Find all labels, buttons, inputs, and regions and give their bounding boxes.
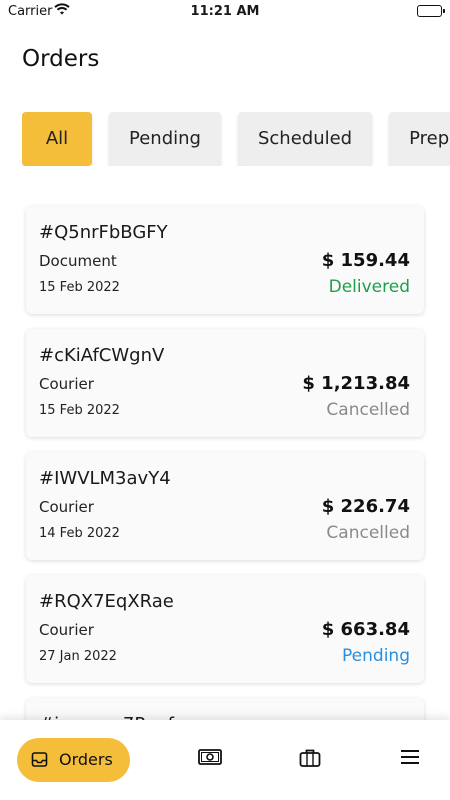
orders-list: #Q5nrFbBGFY Document 15 Feb 2022 $ 159.4… [26, 206, 424, 773]
order-card[interactable]: #IWVLM3avY4 Courier 14 Feb 2022 $ 226.74… [26, 452, 424, 560]
bottom-nav: Orders [0, 720, 450, 800]
tab-pending[interactable]: Pending [109, 112, 221, 166]
order-date: 14 Feb 2022 [39, 526, 120, 541]
hamburger-menu-icon[interactable] [400, 748, 420, 770]
order-date: 15 Feb 2022 [39, 403, 120, 418]
order-card[interactable]: #cKiAfCWgnV Courier 15 Feb 2022 $ 1,213.… [26, 329, 424, 437]
order-status: Pending [342, 646, 410, 666]
nav-orders-button[interactable]: Orders [17, 738, 130, 782]
briefcase-icon[interactable] [299, 748, 321, 772]
tab-scheduled[interactable]: Scheduled [237, 112, 373, 166]
inbox-icon [31, 751, 48, 772]
tab-prep[interactable]: Prep [389, 112, 450, 166]
page-title: Orders [22, 46, 100, 72]
order-amount: $ 226.74 [321, 496, 410, 517]
order-status: Cancelled [326, 400, 410, 420]
order-amount: $ 159.44 [321, 250, 410, 271]
order-type: Courier [39, 498, 94, 516]
filter-tabs: All Pending Scheduled Prep [22, 112, 450, 166]
order-date: 27 Jan 2022 [39, 649, 117, 664]
order-type: Document [39, 252, 117, 270]
order-type: Courier [39, 621, 94, 639]
order-id: #IWVLM3avY4 [39, 468, 171, 489]
status-time: 11:21 AM [190, 4, 260, 19]
order-id: #RQX7EqXRae [39, 591, 174, 612]
order-amount: $ 663.84 [321, 619, 410, 640]
order-amount: $ 1,213.84 [302, 373, 410, 394]
battery-icon [417, 5, 445, 17]
tab-all[interactable]: All [22, 112, 92, 166]
order-card[interactable]: #RQX7EqXRae Courier 27 Jan 2022 $ 663.84… [26, 575, 424, 683]
order-status: Delivered [328, 277, 410, 297]
order-card[interactable]: #Q5nrFbBGFY Document 15 Feb 2022 $ 159.4… [26, 206, 424, 314]
status-bar: Carrier 11:21 AM [0, 0, 450, 24]
order-date: 15 Feb 2022 [39, 280, 120, 295]
nav-orders-label: Orders [59, 750, 113, 769]
order-status: Cancelled [326, 523, 410, 543]
order-type: Courier [39, 375, 94, 393]
order-id: #cKiAfCWgnV [39, 345, 165, 366]
order-id: #Q5nrFbBGFY [39, 222, 168, 243]
banknote-icon[interactable] [198, 748, 222, 770]
